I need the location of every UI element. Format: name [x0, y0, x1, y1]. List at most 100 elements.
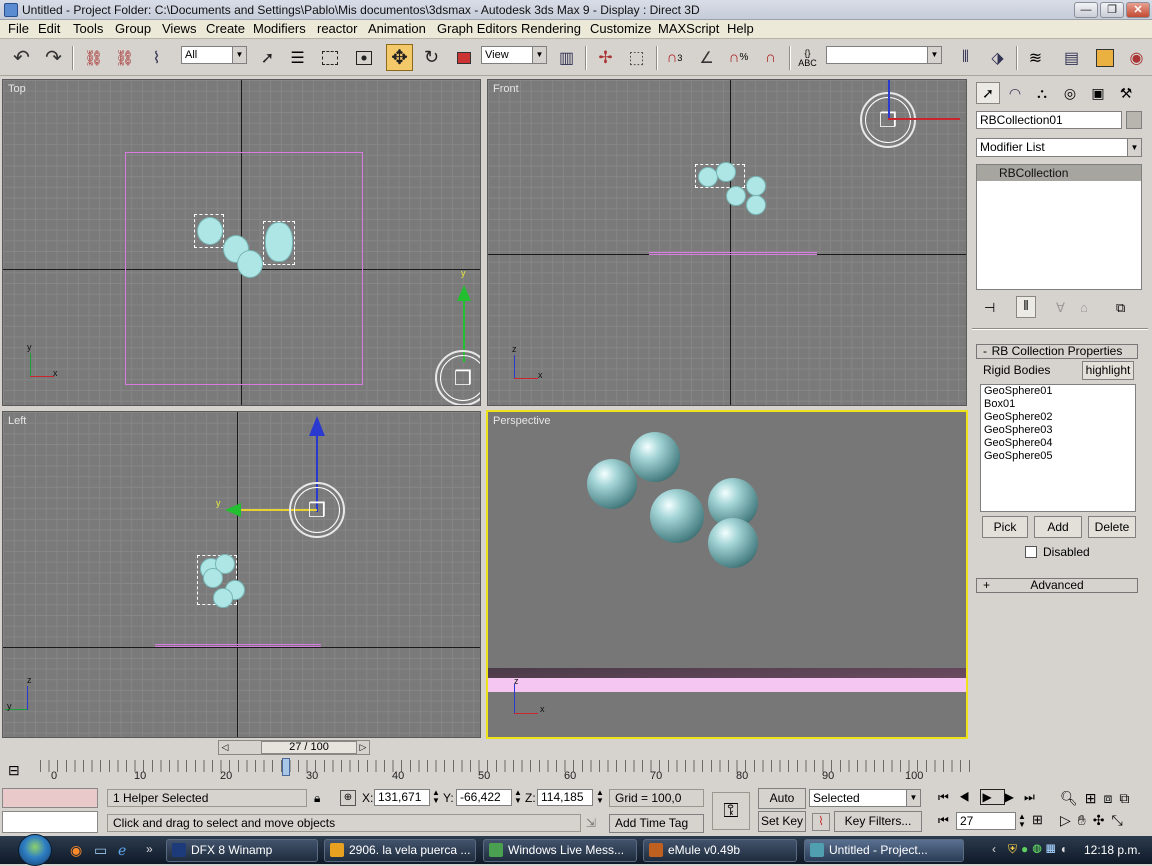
- previous-frame-icon[interactable]: ◀: [959, 790, 980, 804]
- menu-group[interactable]: Group: [115, 21, 151, 36]
- geosphere[interactable]: [587, 459, 637, 509]
- key-mode-dropdown[interactable]: Selected ▼: [809, 789, 921, 807]
- rigid-bodies-list[interactable]: GeoSphere01 Box01 GeoSphere02 GeoSphere0…: [980, 384, 1136, 512]
- disabled-checkbox[interactable]: [1025, 546, 1037, 558]
- key-filters-button[interactable]: Key Filters...: [834, 811, 922, 832]
- taskbar-item[interactable]: DFX 8 Winamp: [166, 839, 318, 862]
- geosphere[interactable]: [708, 518, 758, 568]
- rectangular-selection-button[interactable]: [316, 44, 343, 71]
- keyboard-shortcut-override-button[interactable]: ⬚: [623, 44, 650, 71]
- internet-explorer-icon[interactable]: ℯ: [118, 842, 126, 859]
- y-coordinate-field[interactable]: -66,422: [456, 789, 512, 806]
- current-frame-field[interactable]: 27: [956, 812, 1016, 830]
- current-frame-marker[interactable]: [282, 758, 291, 776]
- align-button[interactable]: ⬗: [984, 44, 1011, 71]
- z-coordinate-field[interactable]: 114,185: [537, 789, 593, 806]
- mirror-button[interactable]: ⫴: [952, 44, 979, 71]
- window-crossing-button[interactable]: [350, 44, 377, 71]
- spinner-icon[interactable]: ▲ ▼: [514, 789, 522, 805]
- taskbar-item[interactable]: eMule v0.49b: [643, 839, 797, 862]
- start-button[interactable]: [18, 834, 52, 866]
- select-and-scale-button[interactable]: [450, 44, 477, 71]
- geosphere[interactable]: [746, 176, 766, 196]
- geosphere[interactable]: [213, 588, 233, 608]
- select-and-rotate-button[interactable]: ↻: [418, 44, 445, 71]
- list-item[interactable]: GeoSphere02: [981, 411, 1135, 424]
- absolute-mode-icon[interactable]: ⊕: [340, 790, 356, 806]
- spinner-snap-toggle-button[interactable]: ∩: [757, 44, 784, 71]
- viewport-perspective[interactable]: Perspective z x: [486, 410, 968, 739]
- taskbar-item[interactable]: 2906. la vela puerca ...: [324, 839, 476, 862]
- menu-create[interactable]: Create: [206, 21, 245, 36]
- time-configuration-icon[interactable]: ⊞: [1032, 812, 1043, 828]
- viewport-top[interactable]: Top y ❒ y x: [2, 79, 481, 406]
- zoom-extents-all-icon[interactable]: ⧉: [1119, 790, 1136, 806]
- bind-space-warp-button[interactable]: ⌇: [143, 44, 170, 71]
- geosphere[interactable]: [630, 432, 680, 482]
- ground-box-face[interactable]: [488, 678, 966, 692]
- messenger-icon[interactable]: ●: [1021, 842, 1032, 856]
- play-icon[interactable]: ▶: [979, 789, 1005, 805]
- tab-display[interactable]: ▣: [1086, 82, 1110, 104]
- geosphere[interactable]: [698, 167, 718, 187]
- percent-snap-toggle-button[interactable]: ∩%: [725, 44, 752, 71]
- gizmo-z-axis[interactable]: [888, 80, 890, 118]
- angle-snap-toggle-button[interactable]: ∠: [693, 44, 720, 71]
- zoom-extents-icon[interactable]: ⧈: [1104, 790, 1120, 806]
- menu-help[interactable]: Help: [727, 21, 754, 36]
- select-object-button[interactable]: ➚: [254, 44, 281, 71]
- spinner-icon[interactable]: ▲ ▼: [1018, 813, 1026, 829]
- pick-button[interactable]: Pick: [982, 516, 1028, 538]
- rb-collection-rollout-header[interactable]: - RB Collection Properties: [976, 344, 1138, 359]
- menu-views[interactable]: Views: [162, 21, 196, 36]
- field-of-view-icon[interactable]: ▷: [1060, 812, 1078, 828]
- list-item[interactable]: GeoSphere05: [981, 450, 1135, 463]
- spinner-icon[interactable]: ▲ ▼: [432, 789, 440, 805]
- menu-edit[interactable]: Edit: [38, 21, 60, 36]
- edit-named-selection-button[interactable]: {} ABC: [794, 44, 821, 71]
- geosphere[interactable]: [197, 217, 223, 245]
- shield-icon[interactable]: ⛨: [1008, 842, 1021, 856]
- tab-utilities[interactable]: ⚒: [1114, 82, 1138, 104]
- firefox-icon[interactable]: ◉: [70, 842, 82, 859]
- add-button[interactable]: Add: [1034, 516, 1082, 538]
- maximize-viewport-icon[interactable]: ⤡: [1112, 812, 1130, 828]
- zoom-all-icon[interactable]: ⊞: [1085, 790, 1104, 806]
- undo-button[interactable]: ↶: [8, 44, 35, 71]
- go-to-end-icon[interactable]: ⏭: [1024, 790, 1045, 804]
- list-item[interactable]: GeoSphere04: [981, 437, 1135, 450]
- material-editor-button[interactable]: ◉: [1123, 44, 1150, 71]
- select-by-name-button[interactable]: ☰: [284, 44, 311, 71]
- geosphere[interactable]: [726, 186, 746, 206]
- named-selection-dropdown[interactable]: ▼: [826, 46, 942, 64]
- spinner-icon[interactable]: ▲ ▼: [596, 789, 604, 805]
- taskbar-item[interactable]: Windows Live Mess...: [483, 839, 637, 862]
- auto-key-button[interactable]: Auto Key: [758, 788, 806, 824]
- menu-animation[interactable]: Animation: [368, 21, 426, 36]
- geosphere[interactable]: [716, 162, 736, 182]
- default-in-out-tangent-icon[interactable]: ⌇: [812, 813, 830, 831]
- select-and-link-button[interactable]: ⛓: [80, 44, 107, 71]
- reference-coordinate-dropdown[interactable]: View ▼: [481, 46, 547, 64]
- ground-plane-edge[interactable]: [649, 252, 817, 255]
- set-key-icon[interactable]: ⚿: [712, 792, 750, 830]
- network-icon[interactable]: ▦: [1046, 842, 1060, 856]
- curve-editor-button[interactable]: ▤: [1058, 44, 1085, 71]
- time-slider-track[interactable]: ◁ 27 / 100 ▷: [218, 740, 370, 755]
- object-name-field[interactable]: RBCollection01: [976, 111, 1122, 129]
- menu-file[interactable]: File: [8, 21, 29, 36]
- maxscript-input[interactable]: [2, 811, 98, 833]
- lock-icon[interactable]: 🔒︎: [314, 791, 320, 806]
- menu-customize[interactable]: Customize: [590, 21, 651, 36]
- modifier-stack-item[interactable]: RBCollection: [977, 165, 1141, 181]
- x-coordinate-field[interactable]: 131,671: [374, 789, 430, 806]
- key-mode-toggle-icon[interactable]: ⏮: [938, 813, 949, 828]
- viewport-left[interactable]: Left y ❒ z y: [2, 411, 481, 738]
- close-button[interactable]: ✕: [1126, 2, 1150, 18]
- show-desktop-icon[interactable]: ▭: [94, 842, 107, 859]
- menu-reactor[interactable]: reactor: [317, 21, 357, 36]
- emule-icon[interactable]: ◍: [1032, 842, 1046, 856]
- list-item[interactable]: GeoSphere01: [981, 385, 1135, 398]
- open-mini-curve-editor-icon[interactable]: ⊟: [8, 762, 20, 779]
- maxscript-listener-mini[interactable]: [2, 788, 98, 808]
